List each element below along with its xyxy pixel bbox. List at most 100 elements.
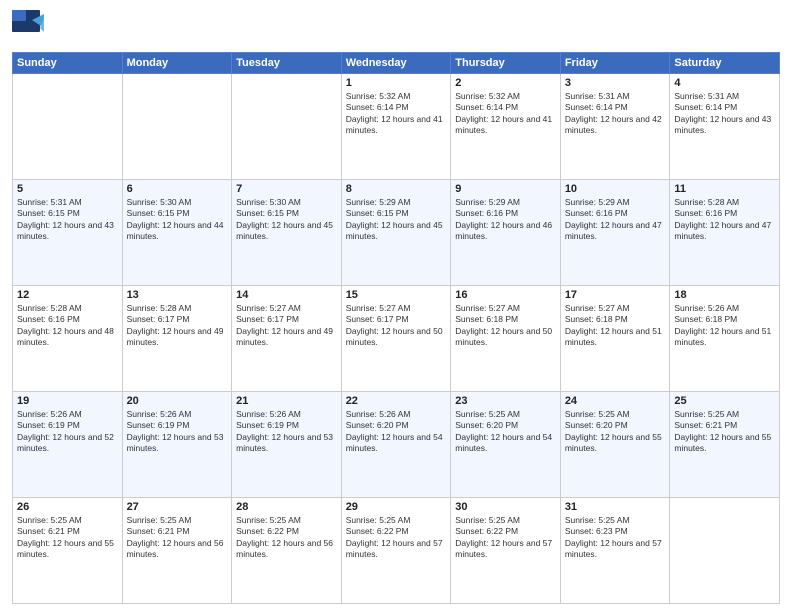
calendar-cell: 4 Sunrise: 5:31 AMSunset: 6:14 PMDaylight… <box>670 74 780 180</box>
day-number: 17 <box>565 289 666 301</box>
day-number: 31 <box>565 501 666 513</box>
day-number: 16 <box>455 289 556 301</box>
calendar-cell: 10 Sunrise: 5:29 AMSunset: 6:16 PMDayligh… <box>560 180 670 286</box>
calendar-week-row: 5 Sunrise: 5:31 AMSunset: 6:15 PMDaylight… <box>13 180 780 286</box>
day-number: 2 <box>455 77 556 89</box>
page: SundayMondayTuesdayWednesdayThursdayFrid… <box>0 0 792 612</box>
day-number: 22 <box>346 395 447 407</box>
day-number: 5 <box>17 183 118 195</box>
logo-icon <box>12 10 44 48</box>
day-header-tuesday: Tuesday <box>232 53 342 74</box>
header <box>12 10 780 48</box>
cell-info: Sunrise: 5:29 AMSunset: 6:16 PMDaylight:… <box>565 197 666 243</box>
day-number: 29 <box>346 501 447 513</box>
cell-info: Sunrise: 5:26 AMSunset: 6:20 PMDaylight:… <box>346 409 447 455</box>
day-header-friday: Friday <box>560 53 670 74</box>
calendar-cell: 21Sunrise: 5:26 AMSunset: 6:19 PMDayligh… <box>232 392 342 498</box>
day-number: 20 <box>127 395 228 407</box>
cell-info: Sunrise: 5:25 AMSunset: 6:22 PMDaylight:… <box>455 515 556 561</box>
calendar-cell: 6 Sunrise: 5:30 AMSunset: 6:15 PMDaylight… <box>122 180 232 286</box>
calendar-cell: 13 Sunrise: 5:28 AMSunset: 6:17 PMDayligh… <box>122 286 232 392</box>
cell-info: Sunrise: 5:32 AMSunset: 6:14 PMDaylight:… <box>455 91 556 137</box>
calendar-cell: 16 Sunrise: 5:27 AMSunset: 6:18 PMDayligh… <box>451 286 561 392</box>
cell-info: Sunrise: 5:26 AMSunset: 6:19 PMDaylight:… <box>236 409 337 455</box>
cell-info: Sunrise: 5:26 AMSunset: 6:19 PMDaylight:… <box>17 409 118 455</box>
calendar-week-row: 19 Sunrise: 5:26 AMSunset: 6:19 PMDayligh… <box>13 392 780 498</box>
calendar-header-row: SundayMondayTuesdayWednesdayThursdayFrid… <box>13 53 780 74</box>
cell-info: Sunrise: 5:26 AMSunset: 6:19 PMDaylight:… <box>127 409 228 455</box>
calendar-cell: 24Sunrise: 5:25 AMSunset: 6:20 PMDayligh… <box>560 392 670 498</box>
calendar-cell: 27Sunrise: 5:25 AMSunset: 6:21 PMDayligh… <box>122 498 232 604</box>
calendar-cell: 18Sunrise: 5:26 AMSunset: 6:18 PMDayligh… <box>670 286 780 392</box>
cell-info: Sunrise: 5:25 AMSunset: 6:20 PMDaylight:… <box>565 409 666 455</box>
calendar-cell: 28 Sunrise: 5:25 AMSunset: 6:22 PMDayligh… <box>232 498 342 604</box>
cell-info: Sunrise: 5:25 AMSunset: 6:20 PMDaylight:… <box>455 409 556 455</box>
calendar-cell: 8 Sunrise: 5:29 AMSunset: 6:15 PMDaylight… <box>341 180 451 286</box>
calendar-cell: 5 Sunrise: 5:31 AMSunset: 6:15 PMDaylight… <box>13 180 123 286</box>
calendar-cell: 17 Sunrise: 5:27 AMSunset: 6:18 PMDayligh… <box>560 286 670 392</box>
calendar-cell: 11 Sunrise: 5:28 AMSunset: 6:16 PMDayligh… <box>670 180 780 286</box>
day-number: 3 <box>565 77 666 89</box>
day-number: 13 <box>127 289 228 301</box>
cell-info: Sunrise: 5:27 AMSunset: 6:18 PMDaylight:… <box>565 303 666 349</box>
day-number: 28 <box>236 501 337 513</box>
cell-info: Sunrise: 5:31 AMSunset: 6:15 PMDaylight:… <box>17 197 118 243</box>
day-number: 14 <box>236 289 337 301</box>
calendar-cell: 19 Sunrise: 5:26 AMSunset: 6:19 PMDayligh… <box>13 392 123 498</box>
day-number: 8 <box>346 183 447 195</box>
day-number: 15 <box>346 289 447 301</box>
calendar-cell: 14 Sunrise: 5:27 AMSunset: 6:17 PMDayligh… <box>232 286 342 392</box>
calendar-table: SundayMondayTuesdayWednesdayThursdayFrid… <box>12 52 780 604</box>
logo <box>12 10 46 48</box>
cell-info: Sunrise: 5:29 AMSunset: 6:16 PMDaylight:… <box>455 197 556 243</box>
cell-info: Sunrise: 5:25 AMSunset: 6:21 PMDaylight:… <box>674 409 775 455</box>
calendar-cell: 15 Sunrise: 5:27 AMSunset: 6:17 PMDayligh… <box>341 286 451 392</box>
day-number: 6 <box>127 183 228 195</box>
cell-info: Sunrise: 5:28 AMSunset: 6:16 PMDaylight:… <box>674 197 775 243</box>
day-header-monday: Monday <box>122 53 232 74</box>
calendar-cell: 26Sunrise: 5:25 AMSunset: 6:21 PMDayligh… <box>13 498 123 604</box>
calendar-cell: 23 Sunrise: 5:25 AMSunset: 6:20 PMDayligh… <box>451 392 561 498</box>
calendar-cell <box>122 74 232 180</box>
calendar-cell: 12Sunrise: 5:28 AMSunset: 6:16 PMDayligh… <box>13 286 123 392</box>
calendar-cell: 9Sunrise: 5:29 AMSunset: 6:16 PMDaylight… <box>451 180 561 286</box>
day-number: 10 <box>565 183 666 195</box>
cell-info: Sunrise: 5:31 AMSunset: 6:14 PMDaylight:… <box>674 91 775 137</box>
cell-info: Sunrise: 5:29 AMSunset: 6:15 PMDaylight:… <box>346 197 447 243</box>
day-number: 27 <box>127 501 228 513</box>
cell-info: Sunrise: 5:27 AMSunset: 6:17 PMDaylight:… <box>346 303 447 349</box>
calendar-cell <box>670 498 780 604</box>
day-header-wednesday: Wednesday <box>341 53 451 74</box>
day-number: 23 <box>455 395 556 407</box>
calendar-week-row: 1 Sunrise: 5:32 AMSunset: 6:14 PMDaylight… <box>13 74 780 180</box>
cell-info: Sunrise: 5:32 AMSunset: 6:14 PMDaylight:… <box>346 91 447 137</box>
cell-info: Sunrise: 5:25 AMSunset: 6:23 PMDaylight:… <box>565 515 666 561</box>
calendar-cell: 20 Sunrise: 5:26 AMSunset: 6:19 PMDayligh… <box>122 392 232 498</box>
calendar-cell <box>232 74 342 180</box>
cell-info: Sunrise: 5:26 AMSunset: 6:18 PMDaylight:… <box>674 303 775 349</box>
cell-info: Sunrise: 5:27 AMSunset: 6:17 PMDaylight:… <box>236 303 337 349</box>
calendar-cell: 25Sunrise: 5:25 AMSunset: 6:21 PMDayligh… <box>670 392 780 498</box>
day-header-thursday: Thursday <box>451 53 561 74</box>
day-number: 11 <box>674 183 775 195</box>
calendar-cell: 1 Sunrise: 5:32 AMSunset: 6:14 PMDaylight… <box>341 74 451 180</box>
calendar-week-row: 12Sunrise: 5:28 AMSunset: 6:16 PMDayligh… <box>13 286 780 392</box>
calendar-cell: 30 Sunrise: 5:25 AMSunset: 6:22 PMDayligh… <box>451 498 561 604</box>
day-number: 1 <box>346 77 447 89</box>
cell-info: Sunrise: 5:28 AMSunset: 6:17 PMDaylight:… <box>127 303 228 349</box>
day-number: 7 <box>236 183 337 195</box>
cell-info: Sunrise: 5:25 AMSunset: 6:22 PMDaylight:… <box>236 515 337 561</box>
cell-info: Sunrise: 5:31 AMSunset: 6:14 PMDaylight:… <box>565 91 666 137</box>
cell-info: Sunrise: 5:27 AMSunset: 6:18 PMDaylight:… <box>455 303 556 349</box>
day-number: 30 <box>455 501 556 513</box>
calendar-cell: 7 Sunrise: 5:30 AMSunset: 6:15 PMDaylight… <box>232 180 342 286</box>
calendar-week-row: 26Sunrise: 5:25 AMSunset: 6:21 PMDayligh… <box>13 498 780 604</box>
day-number: 4 <box>674 77 775 89</box>
day-number: 19 <box>17 395 118 407</box>
day-header-sunday: Sunday <box>13 53 123 74</box>
cell-info: Sunrise: 5:30 AMSunset: 6:15 PMDaylight:… <box>127 197 228 243</box>
calendar-cell: 31 Sunrise: 5:25 AMSunset: 6:23 PMDayligh… <box>560 498 670 604</box>
calendar-cell <box>13 74 123 180</box>
cell-info: Sunrise: 5:30 AMSunset: 6:15 PMDaylight:… <box>236 197 337 243</box>
cell-info: Sunrise: 5:28 AMSunset: 6:16 PMDaylight:… <box>17 303 118 349</box>
